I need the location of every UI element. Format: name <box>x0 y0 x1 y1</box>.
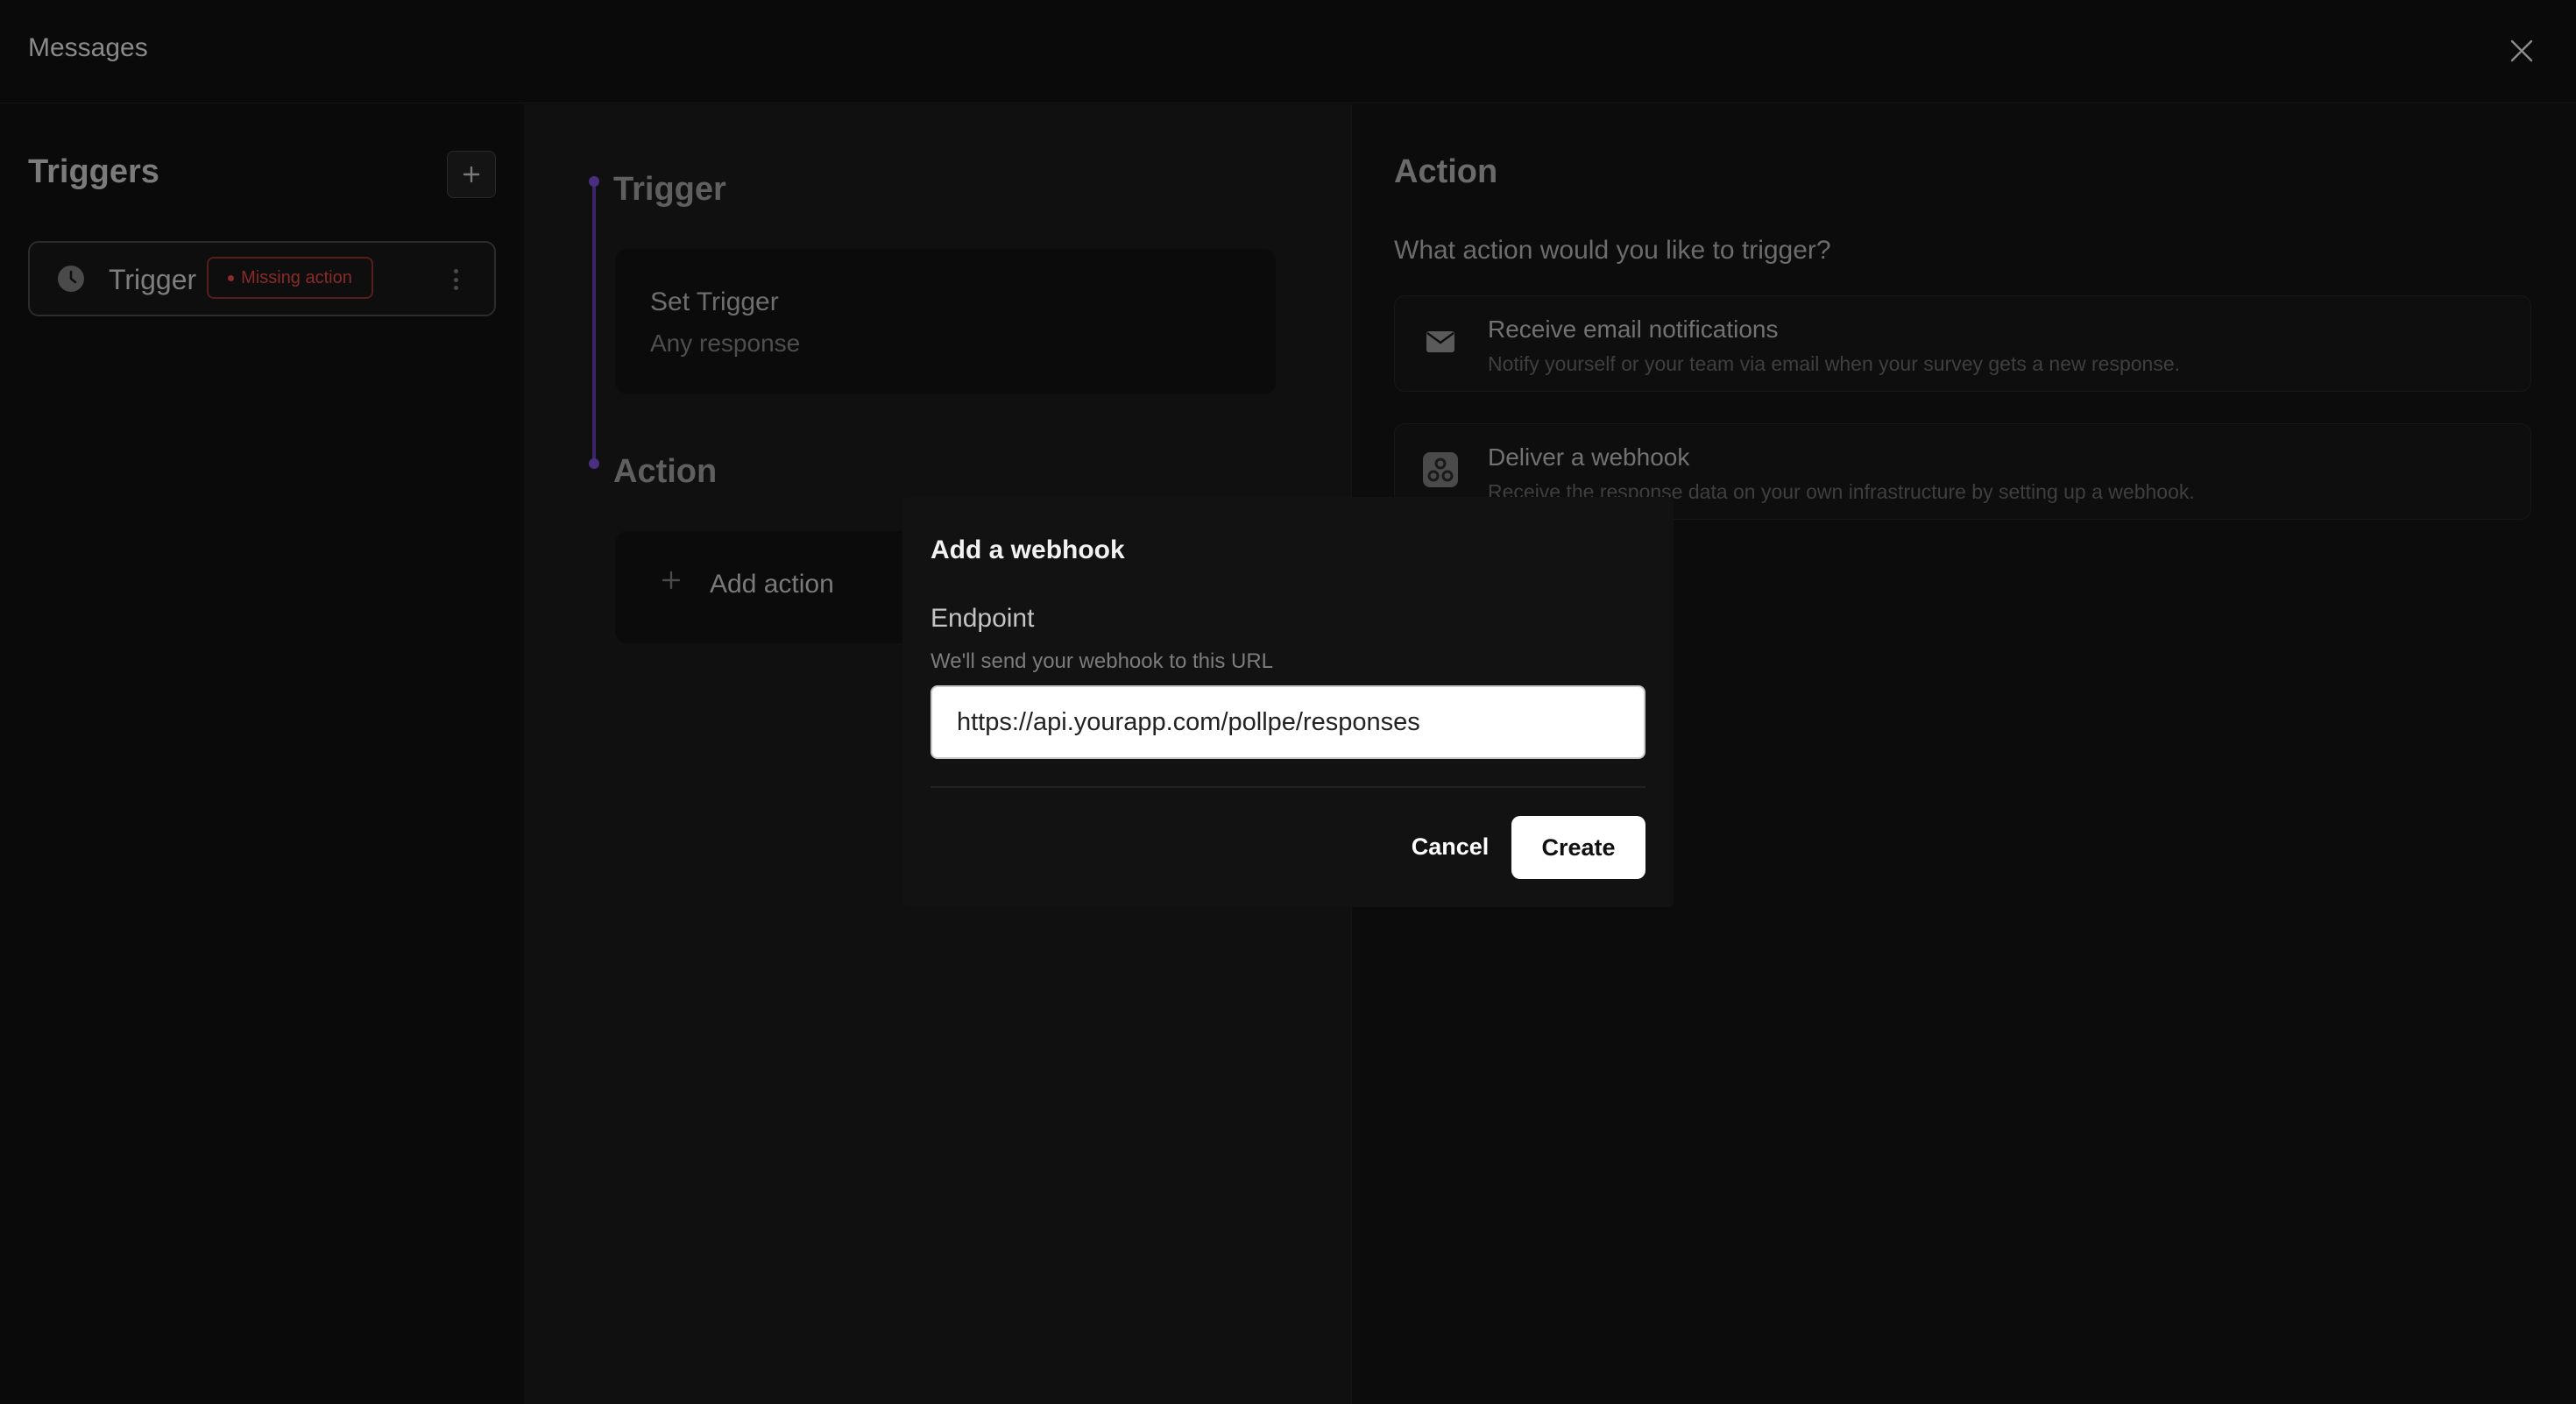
badge-label: Missing action <box>241 267 352 287</box>
triggers-sidebar: Triggers Trigger Missing action <box>0 104 524 1404</box>
option-description: Notify yourself or your team via email w… <box>1488 352 2181 375</box>
endpoint-input[interactable] <box>931 685 1645 759</box>
timeline-dot-top <box>589 176 599 187</box>
close-icon <box>2510 39 2533 62</box>
email-notifications-option[interactable]: Receive email notifications Notify yours… <box>1394 295 2531 392</box>
triggers-heading: Triggers <box>28 153 159 190</box>
add-webhook-dialog: Add a webhook Endpoint We'll send your w… <box>902 497 1674 907</box>
missing-action-badge: Missing action <box>207 257 373 299</box>
webhook-icon <box>1421 450 1460 489</box>
set-trigger-title: Set Trigger <box>650 287 779 316</box>
add-action-label: Add action <box>710 570 834 599</box>
option-title: Receive email notifications <box>1488 316 1779 343</box>
create-button[interactable]: Create <box>1511 816 1645 879</box>
action-panel-question: What action would you like to trigger? <box>1394 236 1831 265</box>
action-section-heading: Action <box>613 453 718 490</box>
endpoint-label: Endpoint <box>931 604 1035 633</box>
trigger-section-heading: Trigger <box>613 171 726 208</box>
set-trigger-subtitle: Any response <box>650 330 801 357</box>
action-panel-heading: Action <box>1394 153 1498 190</box>
plus-icon <box>662 571 681 590</box>
timeline-dot-bottom <box>589 458 599 469</box>
add-trigger-button[interactable] <box>447 151 496 198</box>
trigger-list-item[interactable]: Trigger Missing action <box>28 241 496 316</box>
badge-dot <box>228 274 235 281</box>
dialog-divider <box>931 786 1645 788</box>
top-bar: Messages <box>0 0 2576 103</box>
plus-icon <box>463 166 480 183</box>
app-root: Messages Triggers Trigger Missing action <box>0 0 2576 1404</box>
more-vertical-icon[interactable] <box>447 266 464 294</box>
page-title: Messages <box>28 33 148 62</box>
set-trigger-card[interactable]: Set Trigger Any response <box>615 249 1276 394</box>
close-button[interactable] <box>2504 33 2539 68</box>
dialog-title: Add a webhook <box>931 535 1125 564</box>
mail-icon <box>1421 323 1460 361</box>
option-title: Deliver a webhook <box>1488 443 1690 471</box>
trigger-item-label: Trigger <box>109 264 197 295</box>
cancel-button[interactable]: Cancel <box>1376 816 1525 877</box>
clock-icon <box>58 266 84 292</box>
timeline-line <box>592 181 596 464</box>
endpoint-hint: We'll send your webhook to this URL <box>931 649 1273 673</box>
